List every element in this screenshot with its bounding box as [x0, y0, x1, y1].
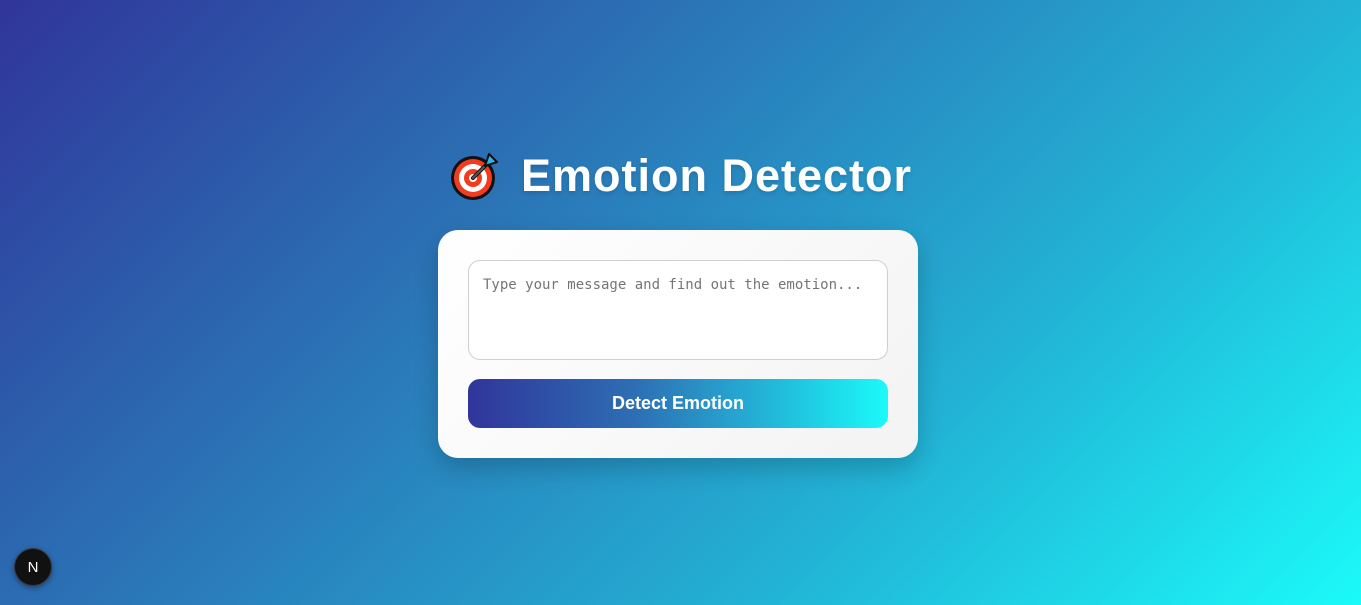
target-icon	[449, 150, 501, 202]
nextjs-dev-badge[interactable]: N	[14, 548, 52, 586]
detect-emotion-button[interactable]: Detect Emotion	[468, 379, 888, 428]
emotion-form-card: Detect Emotion	[438, 230, 918, 458]
app-header: Emotion Detector	[0, 150, 1361, 202]
nextjs-logo-icon: N	[28, 559, 39, 576]
message-input[interactable]	[468, 260, 888, 360]
page-title: Emotion Detector	[520, 150, 913, 201]
nextjs-logo-letter: N	[28, 559, 39, 576]
